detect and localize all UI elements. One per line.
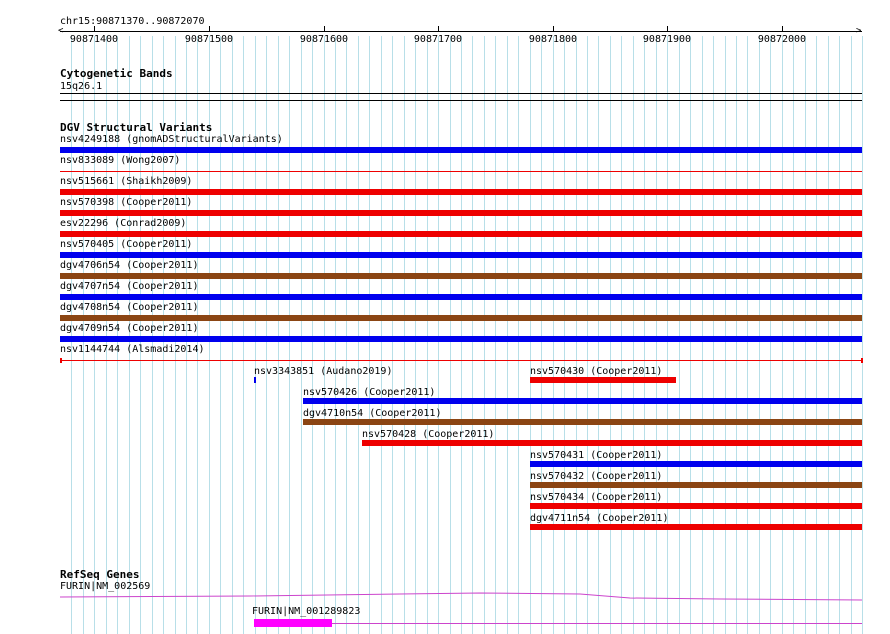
variant-bar[interactable] xyxy=(60,147,862,153)
gene-intron-line xyxy=(59,592,863,601)
gene-furin-nm001289823-exon[interactable] xyxy=(254,619,332,627)
variant-bar[interactable] xyxy=(60,315,862,321)
ruler-tick-label: 90871900 xyxy=(642,34,692,45)
gene-furin-nm001289823-intron[interactable] xyxy=(254,623,862,624)
variant-label[interactable]: dgv4707n54 (Cooper2011) xyxy=(60,281,198,292)
cytoband-bar[interactable] xyxy=(60,93,862,94)
variant-bar[interactable] xyxy=(254,377,256,383)
ruler-tick-label: 90872000 xyxy=(757,34,807,45)
variant-bar[interactable] xyxy=(60,171,862,172)
variant-bar[interactable] xyxy=(60,294,862,300)
dgv-title: DGV Structural Variants xyxy=(60,121,213,134)
gene-label-furin-nm001289823[interactable]: FURIN|NM_001289823 xyxy=(252,606,360,617)
variant-label[interactable]: dgv4711n54 (Cooper2011) xyxy=(530,513,668,524)
ruler-tick xyxy=(667,26,668,32)
variant-bar[interactable] xyxy=(362,440,862,446)
variant-label[interactable]: dgv4708n54 (Cooper2011) xyxy=(60,302,198,313)
ruler-tick xyxy=(209,26,210,32)
ruler-tick xyxy=(324,26,325,32)
variant-end-cap xyxy=(861,358,863,363)
ruler-tick-label: 90871600 xyxy=(299,34,349,45)
variant-label[interactable]: dgv4706n54 (Cooper2011) xyxy=(60,260,198,271)
variant-label[interactable]: nsv570434 (Cooper2011) xyxy=(530,492,662,503)
variant-label[interactable]: dgv4709n54 (Cooper2011) xyxy=(60,323,198,334)
variant-label[interactable]: nsv570428 (Cooper2011) xyxy=(362,429,494,440)
variant-bar[interactable] xyxy=(530,461,862,467)
variant-label[interactable]: nsv570432 (Cooper2011) xyxy=(530,471,662,482)
variant-label[interactable]: nsv3343851 (Audano2019) xyxy=(254,366,392,377)
ruler-axis xyxy=(60,31,862,32)
variant-bar[interactable] xyxy=(530,482,862,488)
variant-label[interactable]: nsv570398 (Cooper2011) xyxy=(60,197,192,208)
gene-furin-nm002569[interactable] xyxy=(0,590,890,604)
ruler-right-arrow-icon: > xyxy=(856,26,862,36)
variant-label[interactable]: nsv570405 (Cooper2011) xyxy=(60,239,192,250)
variant-bar[interactable] xyxy=(530,377,676,383)
variant-bar[interactable] xyxy=(60,273,862,279)
variant-bar[interactable] xyxy=(60,336,862,342)
ruler-tick xyxy=(553,26,554,32)
variant-bar[interactable] xyxy=(60,231,862,237)
variant-bar[interactable] xyxy=(530,503,862,509)
track-separator xyxy=(60,100,862,101)
variant-label[interactable]: nsv570426 (Cooper2011) xyxy=(303,387,435,398)
variant-label[interactable]: nsv4249188 (gnomADStructuralVariants) xyxy=(60,134,283,145)
variant-bar[interactable] xyxy=(60,360,862,361)
refseq-title: RefSeq Genes xyxy=(60,568,140,581)
variant-bar[interactable] xyxy=(303,398,862,404)
variant-label[interactable]: nsv833089 (Wong2007) xyxy=(60,155,180,166)
ruler-tick-label: 90871500 xyxy=(184,34,234,45)
variant-label[interactable]: nsv570430 (Cooper2011) xyxy=(530,366,662,377)
ruler-left-arrow-icon: < xyxy=(58,26,64,36)
variant-bar[interactable] xyxy=(303,419,862,425)
ruler-tick-label: 90871700 xyxy=(413,34,463,45)
cytobands-title: Cytogenetic Bands xyxy=(60,67,173,80)
ruler-tick-label: 90871400 xyxy=(69,34,119,45)
variant-label[interactable]: esv22296 (Conrad2009) xyxy=(60,218,186,229)
variant-label[interactable]: dgv4710n54 (Cooper2011) xyxy=(303,408,441,419)
variant-bar[interactable] xyxy=(60,252,862,258)
ruler-tick-label: 90871800 xyxy=(528,34,578,45)
variant-label[interactable]: nsv1144744 (Alsmadi2014) xyxy=(60,344,205,355)
ruler-tick xyxy=(782,26,783,32)
variant-label[interactable]: nsv570431 (Cooper2011) xyxy=(530,450,662,461)
variant-bar[interactable] xyxy=(530,524,862,530)
ruler-tick xyxy=(438,26,439,32)
variant-bar[interactable] xyxy=(60,189,862,195)
cytoband-label[interactable]: 15q26.1 xyxy=(60,81,102,92)
ruler-tick xyxy=(94,26,95,32)
variant-label[interactable]: nsv515661 (Shaikh2009) xyxy=(60,176,192,187)
variant-end-cap xyxy=(60,358,62,363)
variant-bar[interactable] xyxy=(60,210,862,216)
region-label: chr15:90871370..90872070 xyxy=(60,16,205,27)
